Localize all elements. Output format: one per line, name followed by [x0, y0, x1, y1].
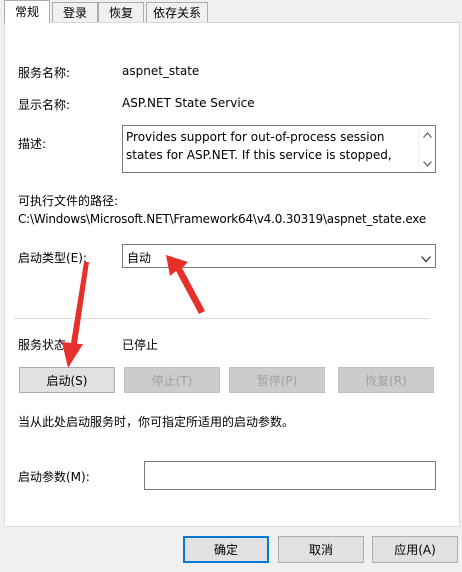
tab-dependencies[interactable]: 依存关系 — [146, 2, 208, 23]
service-name-value: aspnet_state — [122, 64, 200, 78]
description-box[interactable]: Provides support for out-of-process sess… — [122, 125, 436, 173]
display-name-value: ASP.NET State Service — [122, 96, 255, 110]
display-name-label: 显示名称: — [18, 98, 71, 112]
start-params-label: 启动参数(M): — [18, 470, 90, 484]
description-label: 描述: — [18, 137, 47, 151]
exe-path-label: 可执行文件的路径: — [18, 194, 119, 208]
tab-recovery[interactable]: 恢复 — [98, 2, 144, 23]
start-params-hint: 当从此处启动服务时，你可指定所适用的启动参数。 — [18, 415, 295, 429]
start-params-input[interactable] — [144, 461, 436, 490]
pause-service-button[interactable]: 暂停(P) — [229, 367, 325, 393]
tab-strip: 常规 登录 恢复 依存关系 — [0, 0, 462, 23]
service-status-label: 服务状态: — [18, 338, 71, 352]
description-text: Provides support for out-of-process sess… — [126, 130, 392, 162]
description-scrollbar[interactable] — [418, 126, 435, 172]
startup-type-value: 自动 — [127, 251, 152, 265]
tab-general[interactable]: 常规 — [4, 0, 50, 23]
tab-logon[interactable]: 登录 — [52, 2, 98, 23]
separator — [14, 318, 430, 319]
service-name-label: 服务名称: — [18, 66, 71, 80]
apply-button[interactable]: 应用(A) — [372, 536, 458, 563]
exe-path-value: C:\Windows\Microsoft.NET\Framework64\v4.… — [18, 212, 427, 226]
startup-type-label: 启动类型(E): — [18, 251, 87, 265]
chevron-down-icon — [421, 252, 431, 263]
service-status-value: 已停止 — [122, 338, 159, 352]
ok-button[interactable]: 确定 — [183, 536, 269, 563]
startup-type-select[interactable]: 自动 — [122, 244, 436, 268]
cancel-button[interactable]: 取消 — [278, 536, 364, 563]
scroll-up-icon[interactable] — [419, 126, 435, 143]
scroll-down-icon[interactable] — [419, 155, 435, 172]
stop-service-button[interactable]: 停止(T) — [124, 367, 220, 393]
resume-service-button[interactable]: 恢复(R) — [338, 367, 434, 393]
start-service-button[interactable]: 启动(S) — [19, 367, 115, 393]
